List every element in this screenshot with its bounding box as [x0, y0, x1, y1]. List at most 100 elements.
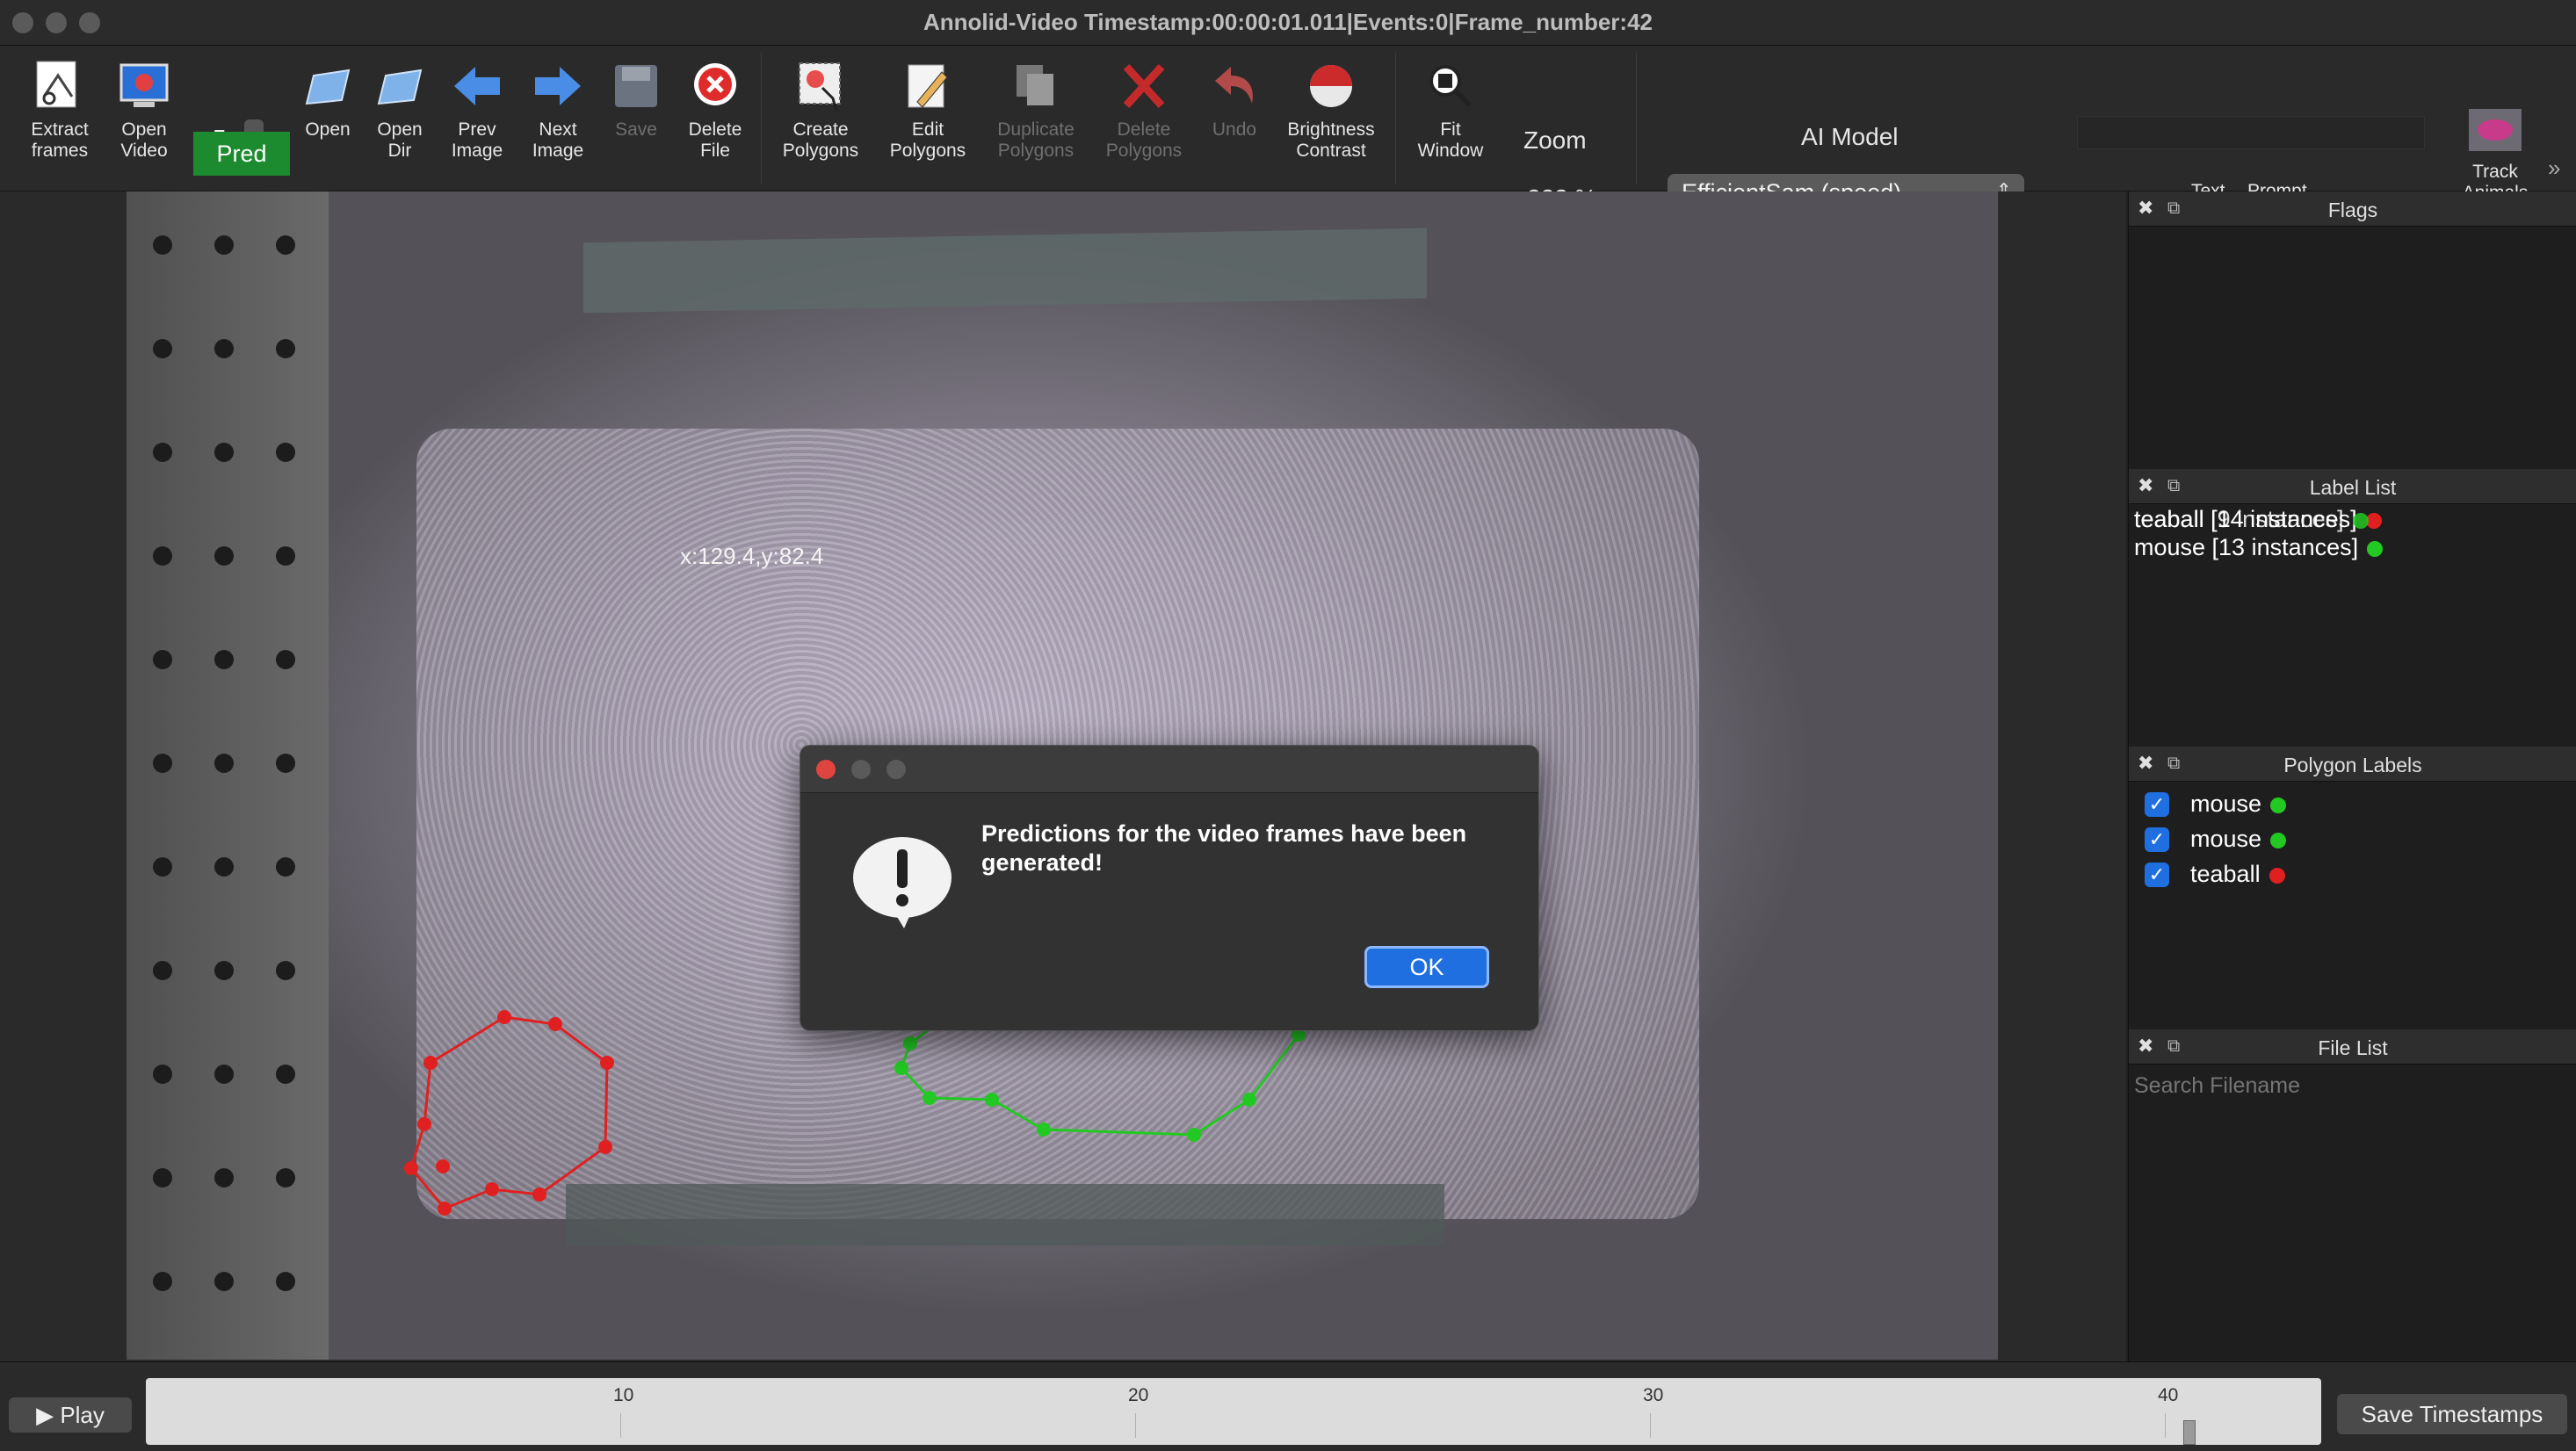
- undo-icon: [1215, 67, 1253, 104]
- delete-polygons-button[interactable]: Delete Polygons: [1100, 58, 1188, 162]
- minimize-dialog-icon: [851, 760, 871, 779]
- save-timestamps-button[interactable]: Save Timestamps: [2337, 1394, 2567, 1434]
- message-dialog: Predictions for the video frames have be…: [800, 745, 1539, 1031]
- extract-frames-label: Extract frames: [31, 119, 89, 161]
- play-icon: ▶: [36, 1402, 61, 1428]
- file-list-header: ✖ ⧉ File List: [2129, 1029, 2576, 1065]
- edit-polygons-label: Edit Polygons: [889, 119, 966, 161]
- close-dialog-icon[interactable]: [816, 760, 836, 779]
- label-list-item[interactable]: teaball [9 instances]: [2134, 506, 2369, 533]
- extract-frames-icon: [36, 61, 76, 108]
- delete-file-button[interactable]: Delete File: [682, 58, 749, 162]
- zoom-label: Zoom: [1523, 126, 1587, 154]
- timeline-bar: ▶ Play 10 20 30 40 Save Timestamps: [0, 1361, 2576, 1451]
- flags-title: Flags: [2327, 199, 2378, 221]
- duplicate-polygons-button[interactable]: Duplicate Polygons: [989, 58, 1082, 162]
- arrow-right-icon: [535, 67, 581, 105]
- flags-panel-header: ✖ ⧉ Flags: [2129, 191, 2576, 227]
- main-toolbar: Extract frames Open Video 5 Pred Open Op…: [0, 46, 2576, 212]
- open-button[interactable]: Open: [297, 58, 358, 141]
- annotation-canvas[interactable]: x:129.4,y:82.4 Predictions for the video…: [0, 191, 2126, 1361]
- save-label: Save: [615, 119, 657, 140]
- tick-label: 30: [1643, 1385, 1664, 1405]
- toolbar-separator: [1395, 53, 1396, 184]
- ai-model-label: AI Model: [1801, 123, 1899, 150]
- tick-label: 40: [2158, 1385, 2179, 1405]
- warning-icon: [853, 837, 952, 928]
- label-list-item[interactable]: mouse [13 instances]: [2134, 534, 2384, 561]
- create-polygons-button[interactable]: Create Polygons: [777, 58, 865, 162]
- label-list-header: ✖ ⧉ Label List: [2129, 469, 2576, 504]
- track-animals-icon: [2469, 109, 2522, 151]
- play-button[interactable]: ▶ Play: [9, 1397, 132, 1433]
- toolbar-separator: [761, 53, 762, 184]
- prev-image-label: Prev Image: [451, 119, 503, 161]
- delete-polygons-label: Delete Polygons: [1105, 119, 1183, 161]
- maximize-dialog-icon: [886, 760, 906, 779]
- undo-button[interactable]: Undo: [1204, 58, 1265, 141]
- next-image-button[interactable]: Next Image: [525, 58, 590, 162]
- checkbox[interactable]: ✓: [2145, 863, 2169, 887]
- prev-image-button[interactable]: Prev Image: [445, 58, 510, 162]
- brightness-contrast-label: Brightness Contrast: [1287, 119, 1375, 161]
- tick-label: 10: [613, 1385, 634, 1405]
- play-label: Play: [60, 1402, 105, 1428]
- text-prompt-input[interactable]: [2077, 116, 2425, 149]
- create-polygons-label: Create Polygons: [782, 119, 859, 161]
- polygon-label-text: mouse: [2190, 790, 2287, 818]
- duplicate-polygons-label: Duplicate Polygons: [997, 119, 1075, 161]
- label-color-dot: [2367, 540, 2384, 557]
- open-dir-button[interactable]: Open Dir: [364, 58, 436, 162]
- folder-open-icon: [377, 69, 423, 105]
- checkbox[interactable]: ✓: [2145, 827, 2169, 852]
- checkbox[interactable]: ✓: [2145, 792, 2169, 817]
- tick-label: 20: [1128, 1385, 1149, 1405]
- polygon-label-text: mouse: [2190, 826, 2287, 853]
- label-color-dot: [2352, 512, 2369, 529]
- tick-mark: [620, 1413, 621, 1438]
- polygon-label-text: teaball: [2190, 861, 2285, 888]
- tick-mark: [2165, 1413, 2166, 1438]
- right-dock: ✖ ⧉ Flags ✖ ⧉ Label List teaball [14 ins…: [2128, 191, 2576, 1361]
- extract-frames-button[interactable]: Extract frames: [16, 58, 104, 162]
- polygon-labels-header: ✖ ⧉ Polygon Labels: [2129, 747, 2576, 782]
- video-icon: [119, 63, 169, 107]
- file-list-title: File List: [2318, 1036, 2388, 1059]
- save-button[interactable]: Save: [606, 58, 666, 141]
- toolbar-overflow-button[interactable]: »: [2548, 155, 2560, 182]
- tick-mark: [1650, 1413, 1651, 1438]
- frame-slider[interactable]: 10 20 30 40: [146, 1378, 2321, 1445]
- open-video-button[interactable]: Open Video: [109, 58, 179, 162]
- brightness-contrast-button[interactable]: Brightness Contrast: [1279, 58, 1383, 162]
- pred-button[interactable]: Pred: [193, 132, 290, 176]
- label-color-dot: [2268, 867, 2285, 884]
- brightness-contrast-icon: [1310, 65, 1352, 107]
- flags-panel: ✖ ⧉ Flags: [2129, 191, 2576, 469]
- teaball-polygon[interactable]: [409, 1015, 609, 1210]
- save-icon: [615, 65, 657, 107]
- open-dir-label: Open Dir: [377, 119, 423, 161]
- edit-icon: [908, 64, 948, 108]
- label-list-item-text: mouse [13 instances]: [2134, 534, 2359, 560]
- label-list-panel: ✖ ⧉ Label List teaball [14 instances] te…: [2129, 469, 2576, 747]
- edit-polygons-button[interactable]: Edit Polygons: [884, 58, 972, 162]
- teaball-vertices[interactable]: [404, 1010, 614, 1216]
- undo-label: Undo: [1212, 119, 1257, 140]
- open-video-label: Open Video: [120, 119, 168, 161]
- duplicate-icon: [1017, 65, 1053, 105]
- arrow-left-icon: [454, 67, 500, 105]
- label-color-dot: [2270, 832, 2287, 848]
- fit-window-button[interactable]: Fit Window: [1411, 58, 1490, 162]
- delete-file-label: Delete File: [688, 119, 742, 161]
- window-title: Annolid-Video Timestamp:00:00:01.011|Eve…: [923, 9, 1653, 35]
- ok-button[interactable]: OK: [1364, 946, 1489, 988]
- search-filename-input[interactable]: [2134, 1068, 2570, 1103]
- open-label: Open: [305, 119, 351, 140]
- label-list-item-text: teaball [9 instances]: [2134, 506, 2344, 532]
- toolbar-separator: [1636, 53, 1637, 184]
- label-list-title: Label List: [2309, 476, 2397, 499]
- tick-mark: [1135, 1413, 1136, 1438]
- track-animals-button[interactable]: Track Animals: [2451, 107, 2539, 204]
- fit-window-label: Fit Window: [1417, 119, 1484, 161]
- slider-handle[interactable]: [2183, 1420, 2196, 1445]
